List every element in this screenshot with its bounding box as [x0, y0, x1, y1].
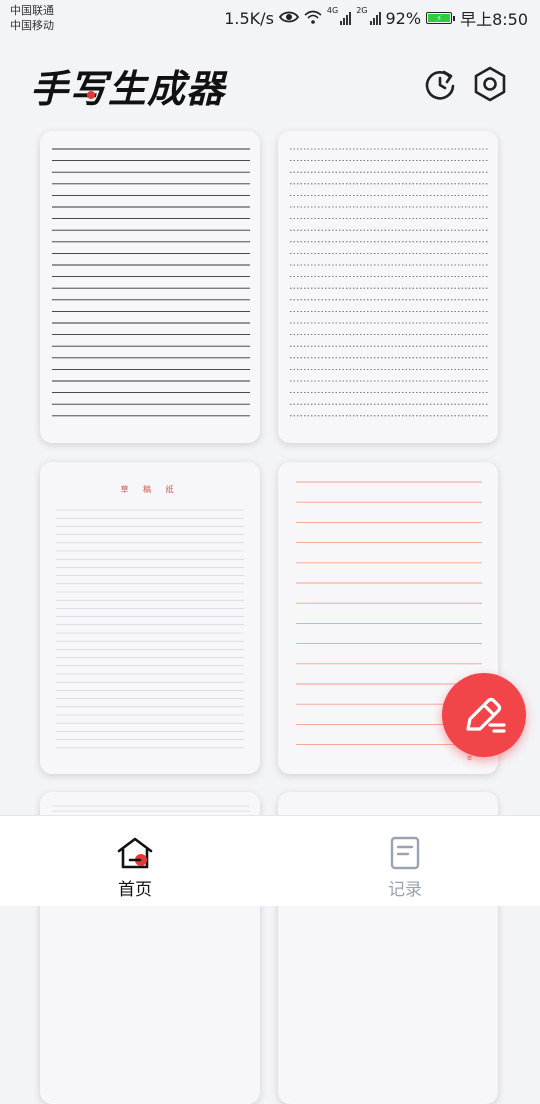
template-card-dotted-lines[interactable] — [278, 131, 498, 443]
records-icon — [390, 836, 420, 870]
nav-home[interactable]: 首页 — [0, 816, 270, 906]
carrier-2: 中国移动 — [10, 19, 54, 32]
refresh-button[interactable] — [422, 66, 458, 102]
home-icon — [117, 837, 153, 869]
template-card-draft-paper[interactable]: 草 稿 纸 — [40, 462, 260, 774]
settings-button[interactable] — [472, 66, 508, 102]
nav-home-label: 首页 — [118, 880, 152, 900]
net-speed: 1.5K/s — [224, 8, 274, 28]
settings-icon — [474, 66, 506, 102]
battery-icon: ⚡ — [426, 12, 456, 24]
nav-records[interactable]: 记录 — [270, 816, 540, 906]
draft-paper-preview — [56, 509, 244, 749]
signal-2g-icon — [369, 11, 381, 25]
clock: 早上8:50 — [460, 10, 528, 29]
nav-records-label: 记录 — [388, 880, 422, 900]
wifi-icon — [304, 9, 322, 28]
battery-percent: 92% — [385, 8, 422, 28]
lined-paper-preview — [52, 148, 250, 417]
draft-paper-title: 草 稿 纸 — [120, 485, 180, 494]
write-fab-button[interactable] — [442, 673, 526, 757]
status-bar: 中国联通 中国移动 1.5K/s 4G 2G 92% ⚡ 早上8:50 — [0, 0, 540, 36]
app-title: 手写生成器 — [30, 66, 226, 111]
pen-icon — [466, 697, 506, 733]
signal-4g-icon — [340, 11, 352, 25]
template-card-black-lines[interactable] — [40, 131, 260, 443]
refresh-icon — [425, 70, 455, 100]
eye-icon — [278, 9, 299, 28]
dotted-paper-preview — [290, 148, 488, 417]
bottom-nav: 首页 记录 — [0, 815, 540, 906]
title-dot-decoration — [87, 91, 95, 99]
red-paper-footer: 草 — [466, 756, 472, 762]
carrier-info: 中国联通 中国移动 — [10, 3, 54, 33]
net-4g-label: 4G — [326, 6, 339, 15]
net-2g-label: 2G — [356, 6, 368, 15]
carrier-1: 中国联通 — [10, 4, 54, 17]
